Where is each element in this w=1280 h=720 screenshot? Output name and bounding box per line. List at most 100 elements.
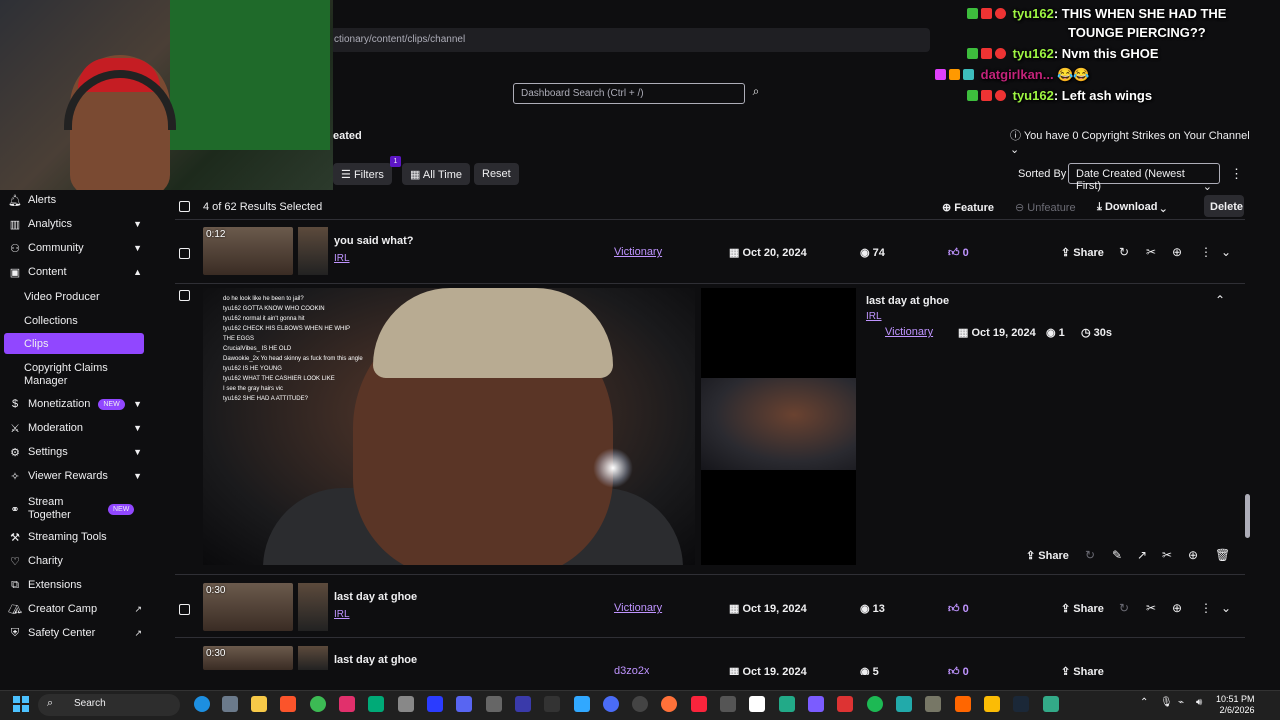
brave-icon[interactable]: [280, 696, 296, 712]
sidebar-item-streaming-tools[interactable]: ⚒ Streaming Tools: [0, 526, 150, 548]
sidebar-item-video-producer[interactable]: Video Producer: [24, 291, 100, 303]
photoshop-icon[interactable]: [574, 696, 590, 712]
filters-button[interactable]: ☰ Filters: [333, 163, 392, 185]
app-icon[interactable]: [955, 696, 971, 712]
sidebar-item-safety-center[interactable]: ⛨ Safety Center ↗: [0, 622, 150, 644]
sidebar-item-stream-together[interactable]: ⚭ Stream Together NEW: [0, 495, 150, 523]
clip-thumbnail[interactable]: 0:30: [203, 583, 293, 631]
sidebar-item-charity[interactable]: ♡ Charity: [0, 550, 150, 572]
microphone-icon[interactable]: 🎙︎: [1160, 697, 1173, 708]
app-icon[interactable]: [339, 696, 355, 712]
scissors-icon[interactable]: ✂: [1146, 245, 1156, 259]
clip-creator[interactable]: Victionary: [614, 246, 662, 258]
loop-icon[interactable]: ↻: [1119, 245, 1129, 259]
taskbar-search[interactable]: Search: [38, 694, 180, 716]
spotify-icon[interactable]: [867, 696, 883, 712]
clip-video-player[interactable]: do he look like he been to jail? tyu162 …: [203, 288, 695, 565]
app-icon[interactable]: [808, 696, 824, 712]
sidebar-item-viewer-rewards[interactable]: ✧ Viewer Rewards ▼: [0, 465, 150, 487]
download-button[interactable]: ⤓ Download ⌄: [1097, 201, 1166, 214]
app-icon[interactable]: [398, 696, 414, 712]
sort-select[interactable]: Date Created (Newest First) ⌄: [1068, 163, 1220, 193]
copyright-strikes-dropdown[interactable]: ⓘ You have 0 Copyright Strikes on Your C…: [1010, 127, 1250, 156]
address-url[interactable]: ctionary/content/clips/channel: [334, 34, 465, 45]
sidebar-item-monetization[interactable]: $ Monetization NEW ▼: [0, 393, 150, 415]
sidebar-item-creator-camp[interactable]: ⛺︎ Creator Camp ↗: [0, 598, 150, 620]
app-icon[interactable]: [925, 696, 941, 712]
scrollbar-thumb[interactable]: [1245, 494, 1250, 538]
row-checkbox[interactable]: [179, 290, 190, 301]
dashboard-search-input[interactable]: Dashboard Search (Ctrl + /): [513, 83, 745, 104]
app-icon[interactable]: [544, 696, 560, 712]
more-options-icon[interactable]: ⋮: [1200, 601, 1212, 615]
sidebar-item-extensions[interactable]: ⧉ Extensions: [0, 574, 150, 596]
all-time-button[interactable]: ▦ All Time: [402, 163, 470, 185]
file-explorer-icon[interactable]: [251, 696, 267, 712]
expanded-clip-tag[interactable]: IRL: [866, 311, 882, 322]
obs-icon[interactable]: [632, 696, 648, 712]
feature-button[interactable]: ⊕ Feature: [942, 201, 994, 214]
windows-start-icon[interactable]: [13, 696, 29, 712]
app-icon[interactable]: [896, 696, 912, 712]
tray-chevron-icon[interactable]: ⌃: [1140, 697, 1148, 708]
firefox-icon[interactable]: [661, 696, 677, 712]
unfeature-button[interactable]: ⊖ Unfeature: [1015, 201, 1076, 214]
loop-icon[interactable]: ↻: [1119, 601, 1129, 615]
clip-tag[interactable]: IRL: [334, 609, 350, 620]
steam-icon[interactable]: [1013, 696, 1029, 712]
settings-app-icon[interactable]: [222, 696, 238, 712]
discord-icon[interactable]: [456, 696, 472, 712]
more-options-icon[interactable]: ⋮: [1200, 245, 1212, 259]
external-link-icon[interactable]: ↗: [1137, 548, 1147, 562]
chevron-down-icon[interactable]: ⌄: [1221, 601, 1231, 615]
search-icon[interactable]: ⌕: [747, 84, 765, 102]
app-icon[interactable]: [984, 696, 1000, 712]
select-all-checkbox[interactable]: [179, 201, 190, 212]
sidebar-item-copyright-claims[interactable]: Copyright Claims Manager: [24, 362, 134, 388]
clip-creator[interactable]: d3zo2x: [614, 665, 649, 675]
more-options-icon[interactable]: ⋮: [1230, 166, 1243, 182]
add-icon[interactable]: ⊕: [1172, 245, 1182, 259]
chevron-up-icon[interactable]: ⌃: [1215, 293, 1225, 307]
music-icon[interactable]: [691, 696, 707, 712]
share-button[interactable]: ⇪ Share: [1061, 246, 1104, 259]
clip-tag[interactable]: IRL: [334, 253, 350, 264]
trash-icon[interactable]: 🗑︎: [1215, 548, 1230, 562]
sidebar-item-alerts[interactable]: 🔔︎ Alerts: [0, 189, 150, 211]
scissors-icon[interactable]: ✂: [1146, 601, 1156, 615]
row-checkbox[interactable]: [179, 248, 190, 259]
sidebar-item-content[interactable]: ▣ Content ▲: [0, 261, 150, 283]
sidebar-item-clips-label[interactable]: Clips: [24, 338, 48, 350]
delete-button[interactable]: Delete: [1204, 195, 1244, 217]
sidebar-item-analytics[interactable]: ▥ Analytics ▼: [0, 213, 150, 235]
clip-title[interactable]: you said what?: [334, 235, 413, 247]
reset-button[interactable]: Reset: [474, 163, 519, 185]
app-icon[interactable]: [720, 696, 736, 712]
clip-thumbnail[interactable]: 0:12: [203, 227, 293, 275]
share-button[interactable]: ⇪ Share: [1026, 549, 1069, 562]
app-icon[interactable]: [1043, 696, 1059, 712]
app-icon[interactable]: [837, 696, 853, 712]
app-icon[interactable]: [368, 696, 384, 712]
scissors-icon[interactable]: ✂: [1162, 548, 1172, 562]
app-icon[interactable]: [603, 696, 619, 712]
edit-icon[interactable]: ✎: [1112, 548, 1122, 562]
app-icon[interactable]: [486, 696, 502, 712]
app-icon[interactable]: [515, 696, 531, 712]
sidebar-item-community[interactable]: ⚇ Community ▼: [0, 237, 150, 259]
edge-icon[interactable]: [194, 696, 210, 712]
sidebar-item-settings[interactable]: ⚙ Settings ▼: [0, 441, 150, 463]
share-button[interactable]: ⇪ Share: [1061, 602, 1104, 615]
taskbar-clock[interactable]: 10:51 PM 2/6/2026: [1216, 694, 1255, 716]
app-icon[interactable]: [779, 696, 795, 712]
network-icon[interactable]: ⌁: [1178, 697, 1184, 708]
loop-icon[interactable]: ↻: [1085, 548, 1095, 562]
app-icon[interactable]: [749, 696, 765, 712]
clip-title[interactable]: last day at ghoe: [334, 591, 417, 603]
add-icon[interactable]: ⊕: [1172, 601, 1182, 615]
volume-icon[interactable]: 🔊︎: [1196, 697, 1202, 708]
expanded-clip-creator[interactable]: Victionary: [885, 326, 933, 338]
clip-thumbnail[interactable]: 0:30: [203, 646, 293, 670]
app-icon[interactable]: [427, 696, 443, 712]
row-checkbox[interactable]: [179, 604, 190, 615]
